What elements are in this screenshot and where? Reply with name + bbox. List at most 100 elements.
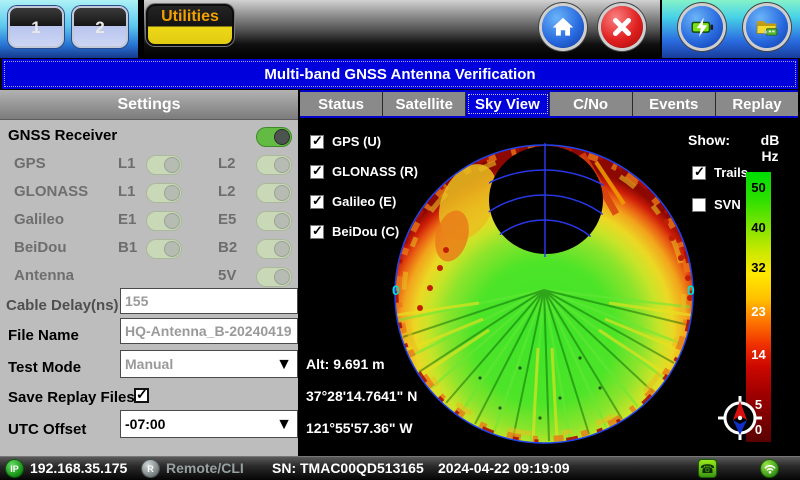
- galileo-visibility-checkbox[interactable]: [310, 193, 324, 209]
- page-1-button[interactable]: 1: [8, 6, 64, 48]
- ip-address: 192.168.35.175: [30, 460, 128, 476]
- toggle-knob: [164, 241, 180, 257]
- close-button[interactable]: [601, 6, 643, 48]
- antenna-band-label: 5V: [218, 267, 237, 284]
- galileo-visibility-label: Galileo (E): [332, 194, 397, 209]
- utilities-tab[interactable]: Utilities: [146, 4, 234, 46]
- save-replay-label: Save Replay Files: [8, 389, 135, 406]
- datetime: 2024-04-22 09:19:09: [438, 460, 570, 476]
- toggle-knob: [164, 157, 180, 173]
- gps-band2-toggle[interactable]: [256, 155, 292, 175]
- settings-header: Settings: [0, 90, 298, 120]
- remote-access-icon: ☎: [698, 459, 717, 478]
- gps-band1-label: L1: [118, 155, 136, 172]
- results-tab-bar: Status Satellite Sky View C/No Events Re…: [300, 90, 799, 118]
- galileo-band2-label: E5: [218, 211, 237, 228]
- show-options-header: Show:: [688, 132, 730, 148]
- battery-status-button[interactable]: [681, 6, 723, 48]
- svn-checkbox[interactable]: [692, 197, 706, 212]
- glonass-band1-label: L1: [118, 183, 136, 200]
- tab-replay[interactable]: Replay: [715, 92, 799, 116]
- beidou-band2-label: B2: [218, 239, 238, 256]
- test-mode-value: Manual: [125, 356, 174, 372]
- trails-label: Trails: [714, 165, 748, 180]
- beidou-visibility-label: BeiDou (C): [332, 224, 400, 239]
- beidou-visibility-checkbox[interactable]: [310, 223, 324, 239]
- glonass-band2-label: L2: [218, 183, 236, 200]
- chevron-down-icon: ▼: [276, 356, 292, 373]
- scale-tick: 23: [751, 304, 766, 319]
- trails-option-row: Trails: [692, 164, 748, 180]
- toggle-knob: [274, 157, 290, 173]
- toggle-knob: [164, 185, 180, 201]
- toggle-knob: [274, 129, 290, 145]
- gnss-receiver-toggle[interactable]: [256, 127, 292, 147]
- glonass-band1-toggle[interactable]: [146, 183, 182, 203]
- altitude-readout: Alt: 9.691 m: [306, 356, 385, 372]
- toggle-knob: [274, 185, 290, 201]
- beidou-band2-toggle[interactable]: [256, 239, 292, 259]
- sky-plot-north-gap: [489, 146, 603, 254]
- gps-visibility-row: GPS (U): [310, 133, 382, 149]
- glonass-band-row: GLONASS L1 L2: [0, 180, 300, 204]
- beidou-band1-toggle[interactable]: [146, 239, 182, 259]
- gnss-receiver-row: GNSS Receiver: [0, 124, 300, 148]
- latitude-readout: 37°28'14.7641" N: [306, 388, 418, 404]
- serial-number: SN: TMAC00QD513165: [272, 460, 424, 476]
- horizon-label-left: 0: [392, 282, 400, 298]
- galileo-band1-toggle[interactable]: [146, 211, 182, 231]
- battery-charging-icon: [691, 17, 714, 37]
- scale-tick: 32: [751, 260, 766, 275]
- galileo-band-row: Galileo E1 E5: [0, 208, 300, 232]
- utc-offset-dropdown[interactable]: -07:00 ▼: [120, 410, 298, 438]
- galileo-band2-toggle[interactable]: [256, 211, 292, 231]
- gnss-receiver-label: GNSS Receiver: [8, 127, 118, 144]
- file-name-label: File Name: [8, 327, 79, 344]
- file-manager-button[interactable]: [746, 6, 788, 48]
- gps-band-row: GPS L1 L2: [0, 152, 300, 176]
- gps-visibility-checkbox[interactable]: [310, 133, 324, 149]
- tab-events[interactable]: Events: [632, 92, 716, 116]
- home-icon: [552, 17, 574, 36]
- beidou-band1-label: B1: [118, 239, 138, 256]
- gps-visibility-label: GPS (U): [332, 134, 382, 149]
- wifi-icon: [760, 459, 779, 478]
- tab-sky-view[interactable]: Sky View: [466, 92, 550, 116]
- cable-delay-label: Cable Delay(ns): [6, 297, 119, 314]
- main-content: Settings GNSS Receiver GPS L1 L2 GLONASS…: [0, 90, 800, 456]
- page-2-label: 2: [95, 18, 105, 37]
- page-1-label: 1: [31, 18, 41, 37]
- glonass-visibility-checkbox[interactable]: [310, 163, 324, 179]
- utc-offset-value: -07:00: [125, 416, 166, 432]
- results-panel: Status Satellite Sky View C/No Events Re…: [300, 90, 799, 456]
- antenna-row: Antenna 5V: [0, 264, 300, 288]
- file-name-input[interactable]: HQ-Antenna_B-20240419: [120, 318, 298, 344]
- trails-checkbox[interactable]: [692, 164, 706, 180]
- glonass-band2-toggle[interactable]: [256, 183, 292, 203]
- remote-badge: R: [142, 460, 159, 477]
- home-button[interactable]: [542, 6, 584, 48]
- glonass-visibility-row: GLONASS (R): [310, 163, 418, 179]
- compass-icon: [718, 396, 762, 440]
- gnss-analyzer-screen: 1 2 Utilities Multi-band GNSS Antenna Ve…: [0, 0, 800, 480]
- scale-tick: 50: [751, 180, 766, 195]
- close-icon: [613, 18, 631, 36]
- tab-cno[interactable]: C/No: [549, 92, 633, 116]
- tab-status[interactable]: Status: [300, 92, 384, 116]
- save-replay-checkbox[interactable]: [134, 386, 149, 403]
- settings-panel: Settings GNSS Receiver GPS L1 L2 GLONASS…: [0, 90, 300, 456]
- beidou-visibility-row: BeiDou (C): [310, 223, 400, 239]
- gps-band1-toggle[interactable]: [146, 155, 182, 175]
- antenna-power-toggle[interactable]: [256, 267, 292, 287]
- svn-label: SVN: [714, 197, 741, 212]
- page-2-button[interactable]: 2: [72, 6, 128, 48]
- galileo-label: Galileo: [14, 211, 65, 228]
- top-bar: 1 2 Utilities: [0, 0, 800, 58]
- cable-delay-input[interactable]: 155: [120, 288, 298, 314]
- antenna-label: Antenna: [14, 267, 74, 284]
- title-bar: Multi-band GNSS Antenna Verification: [0, 58, 800, 90]
- test-mode-dropdown[interactable]: Manual ▼: [120, 350, 298, 378]
- tab-satellite[interactable]: Satellite: [383, 92, 467, 116]
- page-title: Multi-band GNSS Antenna Verification: [264, 65, 536, 83]
- utilities-tab-label: Utilities: [161, 8, 219, 25]
